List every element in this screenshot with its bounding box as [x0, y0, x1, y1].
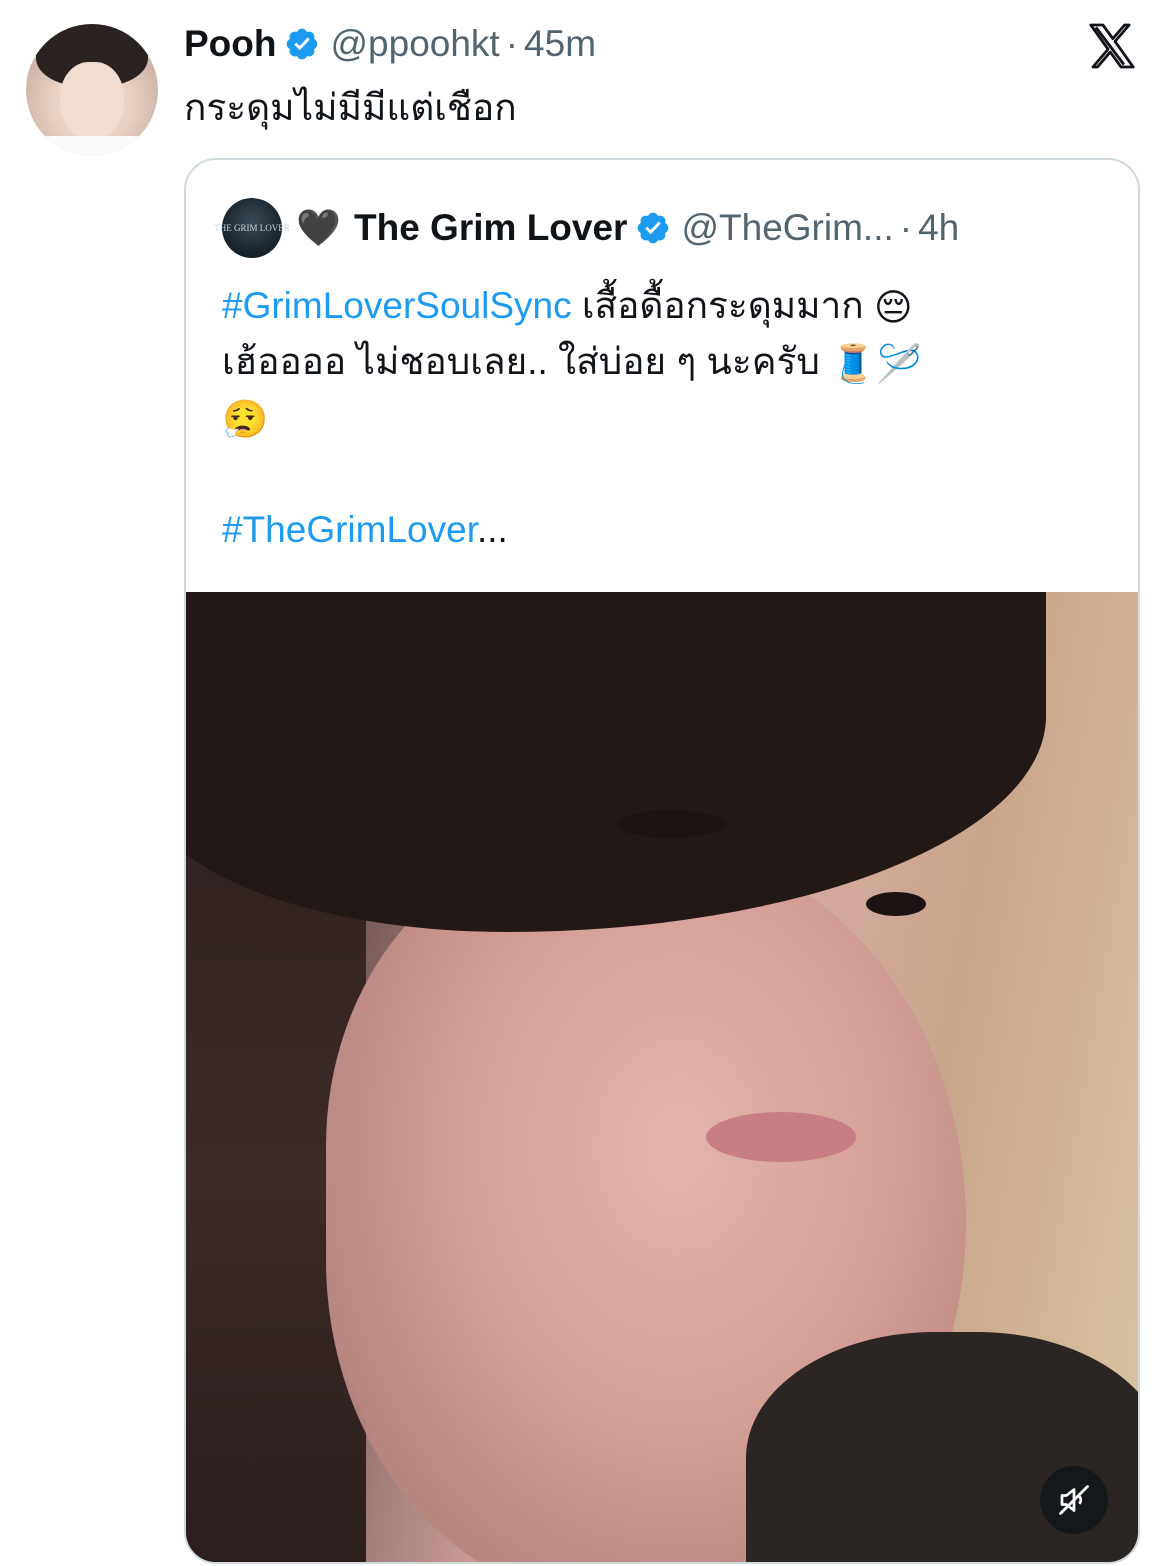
- verified-badge-icon: [638, 212, 669, 244]
- exhaling-face-emoji: 😮‍💨: [222, 399, 269, 441]
- quoted-text-line-3: 😮‍💨: [222, 390, 1112, 446]
- quoted-avatar-logo-text: THE GRIM LOVER: [214, 223, 290, 233]
- video-frame-eye: [616, 810, 726, 838]
- quoted-post-header: THE GRIM LOVER 🖤 The Grim Lover @TheGrim…: [214, 198, 959, 258]
- avatar[interactable]: [26, 24, 158, 156]
- quoted-author-handle[interactable]: @TheGrim...: [681, 207, 893, 249]
- thread-spool-emoji: 🧵: [830, 343, 877, 385]
- quoted-post-card[interactable]: THE GRIM LOVER 🖤 The Grim Lover @TheGrim…: [184, 158, 1140, 1564]
- video-frame-hair: [186, 592, 1046, 932]
- x-logo-icon: [1089, 23, 1135, 69]
- quoted-text-fragment: เฮ้ออออ ไม่ชอบเลย.. ใส่บ่อย ๆ นะครับ: [222, 341, 831, 382]
- quoted-text-line-1: #GrimLoverSoulSync เสื้อดื้อกระดุมมาก 😔: [222, 278, 1112, 334]
- author-name[interactable]: Pooh: [184, 23, 276, 65]
- avatar-face: [60, 62, 124, 140]
- quoted-text-blank-line: [222, 446, 1112, 502]
- separator-dot: ·: [899, 207, 913, 248]
- quoted-text-line-2: เฮ้ออออ ไม่ชอบเลย.. ใส่บ่อย ๆ นะครับ 🧵🪡: [222, 334, 1112, 390]
- quoted-post-text: #GrimLoverSoulSync เสื้อดื้อกระดุมมาก 😔 …: [222, 278, 1112, 558]
- hashtag-link[interactable]: #GrimLoverSoulSync: [222, 285, 572, 326]
- quoted-video[interactable]: [186, 592, 1138, 1562]
- quoted-author-name[interactable]: The Grim Lover: [354, 207, 627, 249]
- separator-dot: ·: [505, 23, 519, 64]
- timestamp[interactable]: 45m: [524, 23, 596, 65]
- author-handle[interactable]: @ppoohkt: [330, 23, 499, 65]
- black-heart-emoji: 🖤: [296, 207, 341, 248]
- sewing-needle-emoji: 🪡: [876, 343, 923, 385]
- quoted-timestamp[interactable]: 4h: [918, 207, 959, 249]
- hashtag-link[interactable]: #TheGrimLover: [222, 509, 477, 550]
- video-frame-lips: [706, 1112, 856, 1162]
- quoted-avatar[interactable]: THE GRIM LOVER: [214, 198, 290, 258]
- quoted-text-line-5: #TheGrimLover...: [222, 502, 1112, 558]
- mute-toggle-button[interactable]: [1040, 1466, 1108, 1534]
- avatar-shirt: [26, 136, 158, 156]
- pensive-face-emoji: 😔: [874, 287, 913, 329]
- verified-badge-icon: [287, 28, 318, 60]
- quoted-text-fragment: เสื้อดื้อกระดุมมาก: [571, 285, 874, 326]
- muted-speaker-icon: [1059, 1485, 1089, 1515]
- post-header: Pooh @ppoohkt · 45m: [184, 20, 596, 68]
- post-text: กระดุมไม่มีมีแต่เชือก: [184, 87, 517, 128]
- video-frame-eye: [866, 892, 926, 916]
- truncation-ellipsis: ...: [477, 509, 508, 550]
